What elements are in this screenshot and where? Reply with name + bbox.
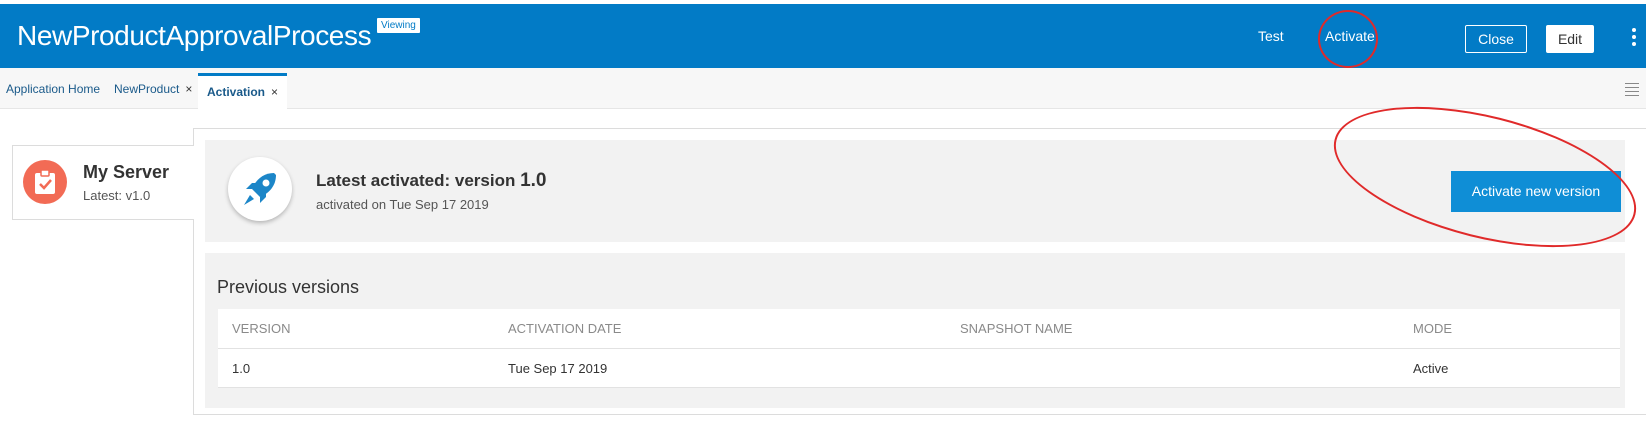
tab-newproduct[interactable]: NewProduct × xyxy=(114,76,192,108)
menu-icon[interactable] xyxy=(1625,83,1639,99)
column-header-version[interactable]: VERSION xyxy=(218,309,494,349)
cell-snapshot-name xyxy=(946,348,1399,388)
previous-versions-section: Previous versions VERSION ACTIVATION DAT… xyxy=(205,253,1625,408)
tab-bar: Application Home NewProduct × Activation × xyxy=(0,68,1646,111)
latest-title-prefix: Latest activated: version xyxy=(316,171,521,190)
latest-activated-date: activated on Tue Sep 17 2019 xyxy=(316,197,489,212)
close-button[interactable]: Close xyxy=(1465,25,1527,53)
tab-application-home[interactable]: Application Home xyxy=(6,76,100,108)
table-header-row: VERSION ACTIVATION DATE SNAPSHOT NAME MO… xyxy=(218,309,1620,349)
tab-label: Application Home xyxy=(6,82,101,96)
latest-version: 1.0 xyxy=(520,170,547,191)
cell-version: 1.0 xyxy=(218,348,494,388)
tab-activation[interactable]: Activation × xyxy=(198,73,288,111)
close-icon[interactable]: × xyxy=(185,82,192,96)
column-header-snapshot-name[interactable]: SNAPSHOT NAME xyxy=(946,309,1399,349)
clipboard-check-icon xyxy=(23,160,67,204)
cell-mode: Active xyxy=(1399,348,1620,388)
cell-activation-date: Tue Sep 17 2019 xyxy=(494,348,946,388)
viewing-badge: Viewing xyxy=(377,18,420,33)
close-icon[interactable]: × xyxy=(271,85,278,99)
tab-label: NewProduct xyxy=(114,82,180,96)
app-header: NewProductApprovalProcess Viewing Test A… xyxy=(0,4,1646,68)
column-header-mode[interactable]: MODE xyxy=(1399,309,1620,349)
annotation-circle-activate xyxy=(1318,10,1378,68)
rocket-icon xyxy=(228,157,292,221)
server-card[interactable]: My Server Latest: v1.0 xyxy=(12,145,194,220)
previous-versions-title: Previous versions xyxy=(217,277,360,297)
test-button[interactable]: Test xyxy=(1258,28,1284,44)
page-title: NewProductApprovalProcess xyxy=(17,20,372,51)
edit-button[interactable]: Edit xyxy=(1546,25,1594,53)
server-latest-version: Latest: v1.0 xyxy=(83,188,151,203)
versions-table: VERSION ACTIVATION DATE SNAPSHOT NAME MO… xyxy=(218,309,1620,388)
kebab-icon[interactable] xyxy=(1632,28,1638,50)
latest-activated-title: Latest activated: version 1.0 xyxy=(316,170,547,192)
tab-label: Activation xyxy=(207,85,266,99)
column-header-activation-date[interactable]: ACTIVATION DATE xyxy=(494,309,946,349)
table-row[interactable]: 1.0 Tue Sep 17 2019 Active xyxy=(218,348,1620,388)
server-name: My Server xyxy=(83,162,170,182)
